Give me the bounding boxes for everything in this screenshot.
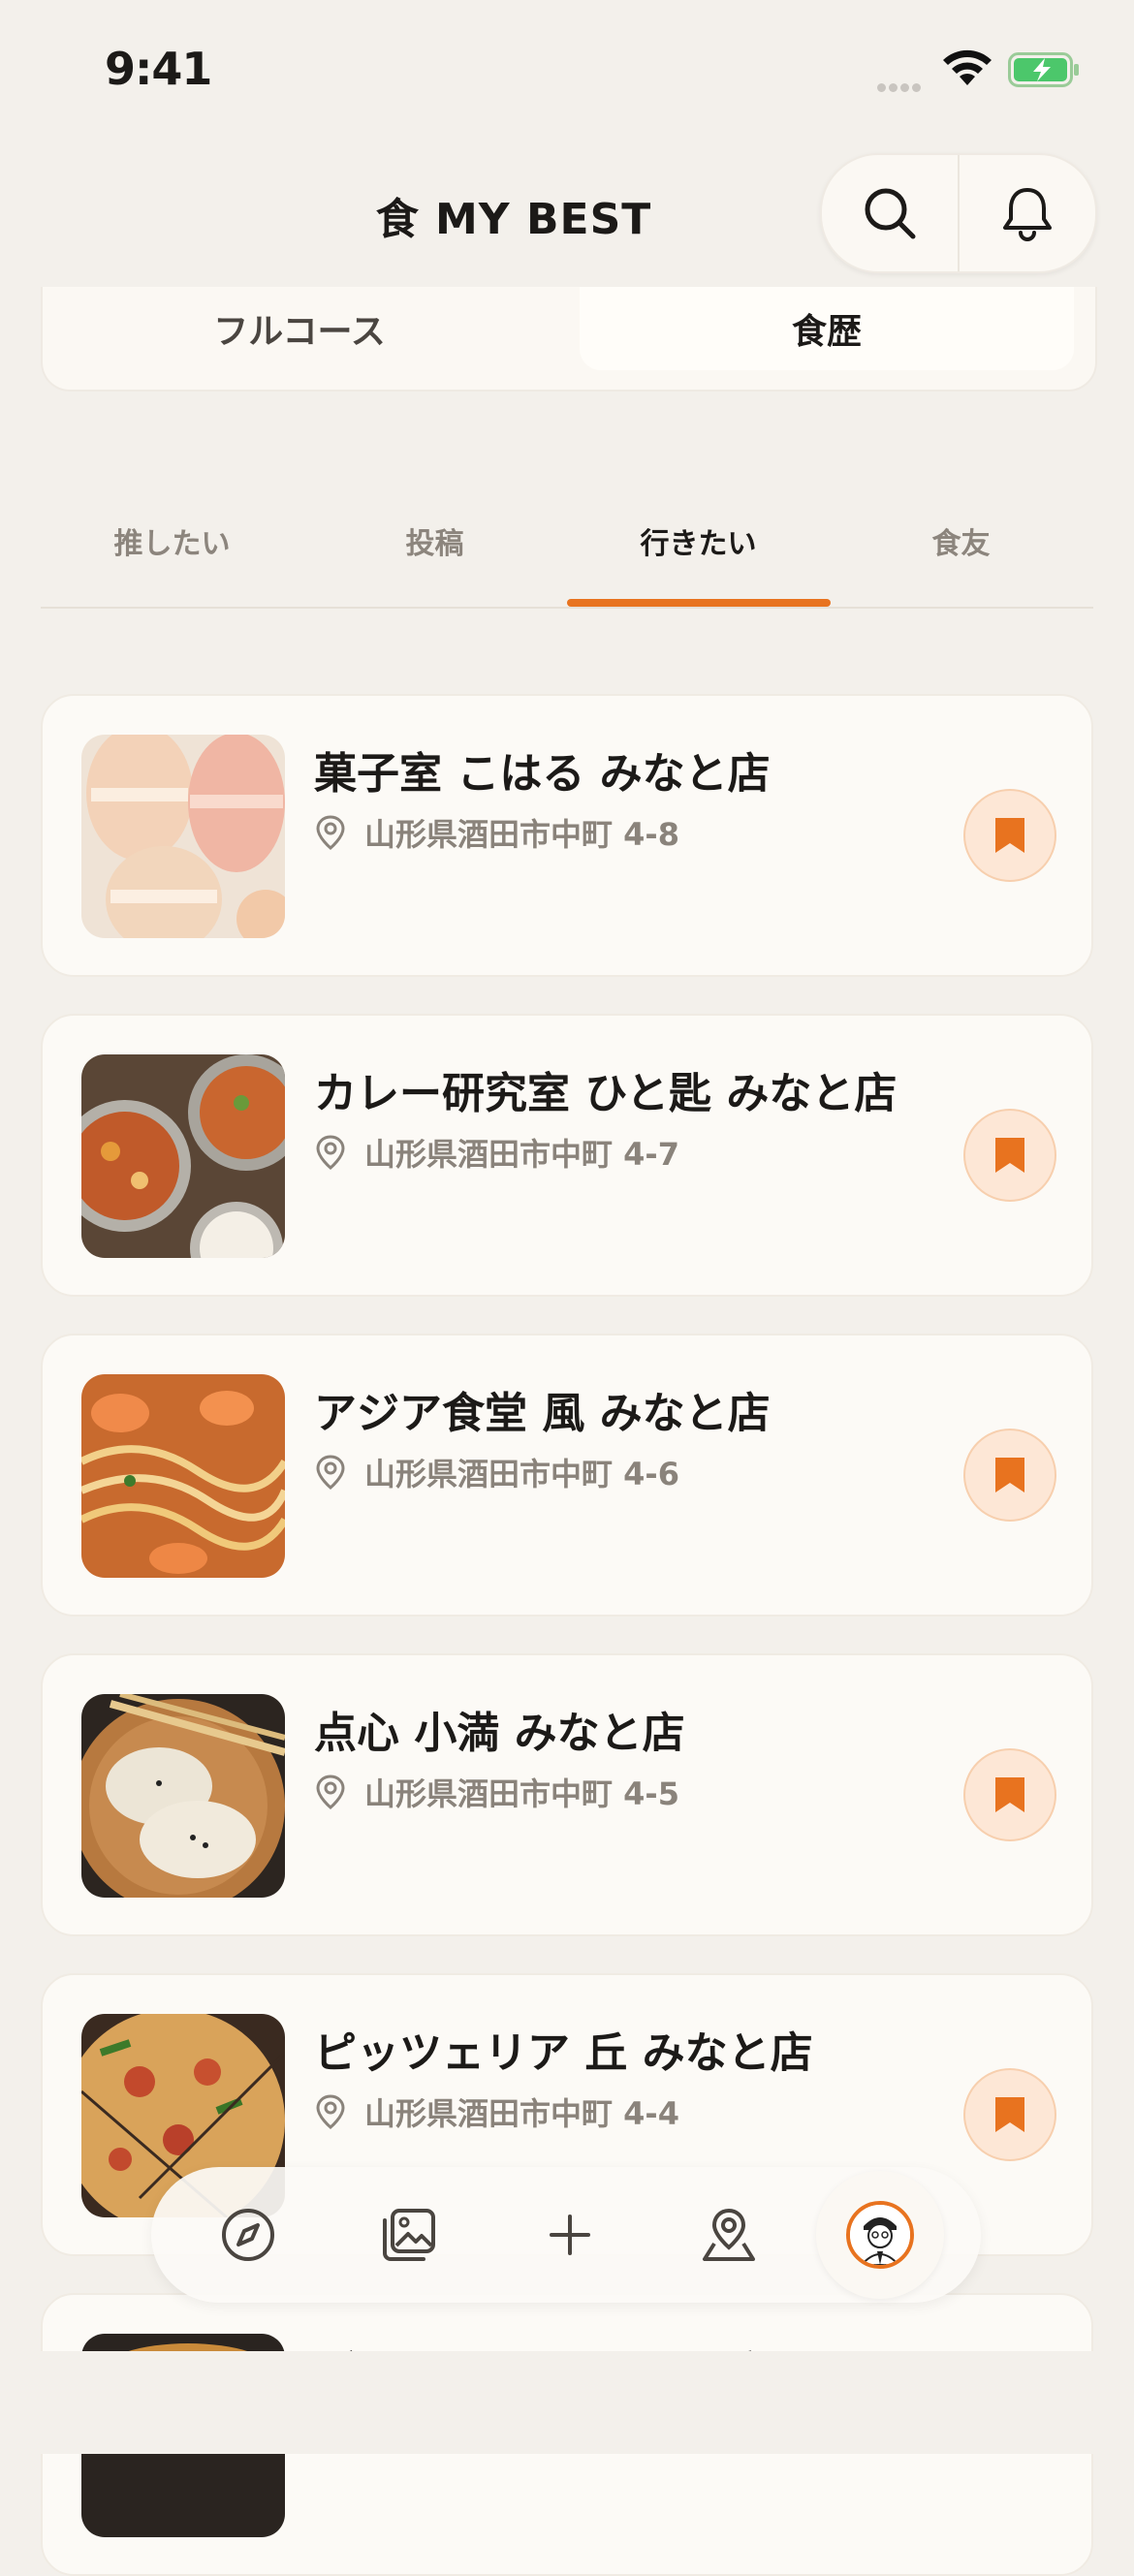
- place-address: 山形県酒田市中町 4-6: [314, 1450, 679, 1494]
- nav-map[interactable]: [661, 2167, 797, 2303]
- place-address: 山形県酒田市中町 4-8: [314, 810, 679, 855]
- nav-profile[interactable]: [816, 2171, 944, 2299]
- nav-explore[interactable]: [180, 2167, 316, 2303]
- header-actions: [820, 153, 1097, 273]
- gallery-icon: [383, 2209, 435, 2261]
- cellular-signal-icon: [877, 78, 924, 96]
- status-time: 9:41: [105, 43, 212, 95]
- bottom-safe-area: [0, 2351, 1134, 2454]
- battery-icon: [1008, 52, 1079, 87]
- segment-full-course[interactable]: フルコース: [43, 287, 556, 370]
- wifi-icon: [943, 49, 992, 85]
- bookmark-icon: [995, 1138, 1024, 1173]
- location-pin-icon: [316, 2094, 345, 2129]
- location-pin-icon: [316, 815, 345, 850]
- place-card[interactable]: カレー研究室 ひと匙 みなと店 山形県酒田市中町 4-7: [41, 1014, 1093, 1297]
- tab-bar: 推したい 投稿 行きたい 食友: [41, 504, 1093, 609]
- place-name: ピッツェリア 丘 みなと店: [314, 2028, 813, 2078]
- tab-food-friends[interactable]: 食友: [830, 504, 1092, 578]
- bell-icon: [1003, 188, 1052, 241]
- place-thumbnail: [81, 735, 285, 938]
- place-card[interactable]: 菓子室 こはる みなと店 山形県酒田市中町 4-8: [41, 694, 1093, 977]
- notifications-button[interactable]: [960, 155, 1095, 271]
- search-button[interactable]: [822, 155, 958, 271]
- bookmark-button[interactable]: [963, 2068, 1056, 2161]
- location-pin-icon: [316, 1455, 345, 1490]
- place-address: 山形県酒田市中町 4-7: [314, 1130, 679, 1175]
- tab-recommend[interactable]: 推したい: [41, 504, 303, 578]
- bookmark-button[interactable]: [963, 1429, 1056, 1522]
- place-thumbnail: [81, 1054, 285, 1258]
- place-name: 菓子室 こはる みなと店: [314, 749, 771, 799]
- compass-icon: [222, 2209, 274, 2261]
- profile-avatar: [846, 2201, 914, 2269]
- bookmark-icon: [995, 2097, 1024, 2132]
- nav-gallery[interactable]: [341, 2167, 477, 2303]
- bottom-navigation: [151, 2167, 981, 2303]
- search-icon: [865, 188, 916, 239]
- segment-control: フルコース 食歴: [41, 287, 1097, 392]
- segment-food-history[interactable]: 食歴: [580, 287, 1074, 370]
- place-card[interactable]: 点心 小満 みなと店 山形県酒田市中町 4-5: [41, 1653, 1093, 1936]
- tab-posts[interactable]: 投稿: [303, 504, 566, 578]
- place-name: カレー研究室 ひと匙 みなと店: [314, 1069, 898, 1118]
- plus-icon: [550, 2215, 590, 2255]
- nav-add-post[interactable]: [502, 2167, 638, 2303]
- location-pin-icon: [316, 1135, 345, 1170]
- status-bar: 9:41: [0, 0, 1134, 145]
- location-pin-icon: [316, 1775, 345, 1809]
- place-address: 山形県酒田市中町 4-4: [314, 2089, 679, 2134]
- bookmark-icon: [995, 818, 1024, 853]
- place-thumbnail: [81, 1374, 285, 1578]
- bookmark-icon: [995, 1777, 1024, 1812]
- place-address: 山形県酒田市中町 4-5: [314, 1770, 679, 1814]
- bookmark-button[interactable]: [963, 1748, 1056, 1841]
- place-name: アジア食堂 風 みなと店: [314, 1389, 771, 1438]
- bookmark-icon: [995, 1458, 1024, 1492]
- active-tab-indicator: [567, 599, 831, 607]
- bookmark-button[interactable]: [963, 789, 1056, 882]
- place-name: 点心 小満 みなと店: [314, 1709, 685, 1758]
- place-card[interactable]: アジア食堂 風 みなと店 山形県酒田市中町 4-6: [41, 1334, 1093, 1617]
- map-pin-icon: [703, 2208, 755, 2261]
- bookmark-button[interactable]: [963, 1109, 1056, 1202]
- place-thumbnail: [81, 1694, 285, 1898]
- tab-want-to-go[interactable]: 行きたい: [567, 504, 830, 578]
